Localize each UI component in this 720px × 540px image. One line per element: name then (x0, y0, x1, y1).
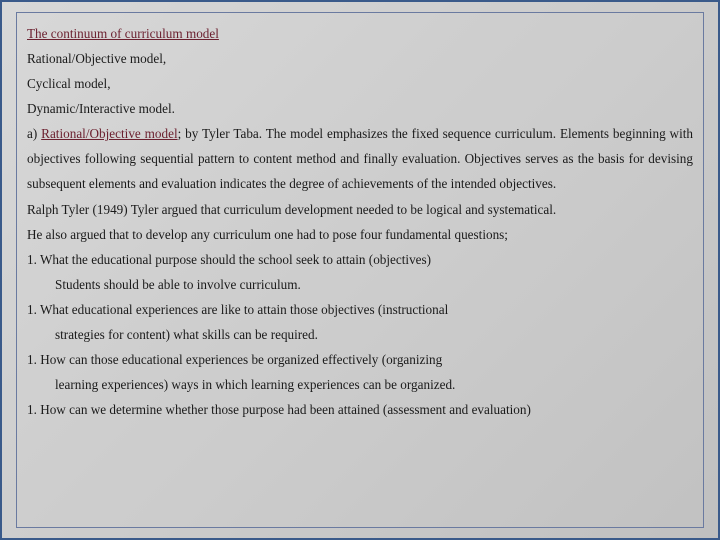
question-1-sub: Students should be able to involve curri… (27, 272, 693, 297)
question-3-sub: learning experiences) ways in which lear… (27, 372, 693, 397)
heading-text: The continuum of curriculum model (27, 26, 219, 41)
question-3: 1. How can those educational experiences… (27, 347, 693, 372)
heading: The continuum of curriculum model (27, 21, 693, 46)
rational-objective-link: Rational/Objective model (41, 126, 177, 141)
tyler-line-2: He also argued that to develop any curri… (27, 222, 693, 247)
model-line-3: Dynamic/Interactive model. (27, 96, 693, 121)
section-a-prefix: a) (27, 126, 41, 141)
content-box: The continuum of curriculum model Ration… (16, 12, 704, 528)
question-4: 1. How can we determine whether those pu… (27, 397, 693, 422)
section-a-paragraph: a) Rational/Objective model; by Tyler Ta… (27, 121, 693, 196)
question-2: 1. What educational experiences are like… (27, 297, 693, 322)
model-line-2: Cyclical model, (27, 71, 693, 96)
tyler-line-1: Ralph Tyler (1949) Tyler argued that cur… (27, 197, 693, 222)
question-1: 1. What the educational purpose should t… (27, 247, 693, 272)
question-2-sub: strategies for content) what skills can … (27, 322, 693, 347)
model-line-1: Rational/Objective model, (27, 46, 693, 71)
slide-frame: The continuum of curriculum model Ration… (0, 0, 720, 540)
